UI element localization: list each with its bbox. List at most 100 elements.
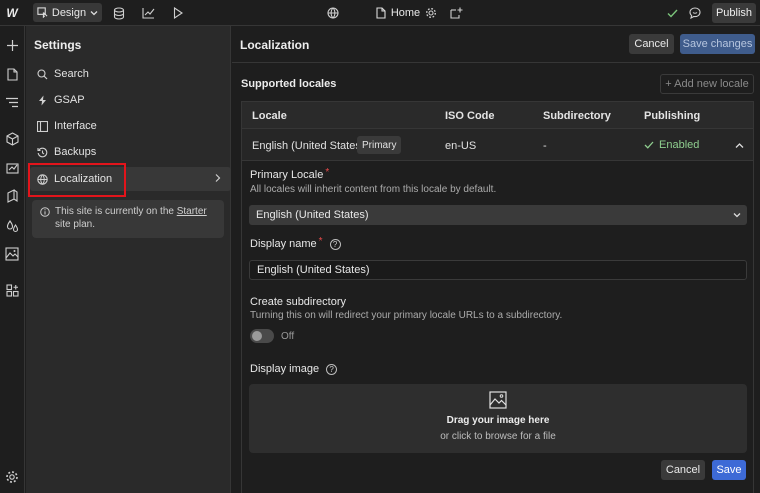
table-header: Locale ISO Code Subdirectory Publishing	[242, 102, 753, 129]
settings-item-localization[interactable]: Localization	[30, 167, 231, 191]
settings-title: Settings	[34, 38, 82, 52]
display-name-text: Display name	[250, 238, 317, 250]
toggle-knob	[252, 331, 262, 341]
section-title: Supported locales	[241, 78, 337, 90]
primary-locale-select[interactable]: English (United States)	[249, 205, 747, 225]
search-icon	[37, 68, 48, 79]
design-mode-dropdown[interactable]: Design	[33, 3, 102, 22]
iso-code-cell: en-US	[445, 140, 477, 152]
help-icon[interactable]: ?	[329, 238, 341, 250]
bolt-icon	[39, 95, 46, 105]
form-save-button[interactable]: Save	[712, 460, 746, 480]
notice-suffix: site plan.	[55, 219, 96, 230]
page-icon[interactable]	[0, 64, 24, 84]
settings-panel: Settings Search GSAP Interface Backups L…	[26, 26, 231, 493]
chevron-right-icon	[215, 174, 221, 182]
settings-item-backups[interactable]: Backups	[30, 140, 231, 164]
check-icon[interactable]	[664, 0, 680, 26]
settings-icon[interactable]	[0, 467, 24, 487]
help-icon[interactable]: ?	[326, 363, 338, 375]
navigator-icon[interactable]	[0, 92, 24, 112]
column-header: Locale	[252, 110, 287, 122]
comment-icon[interactable]	[687, 0, 703, 26]
info-icon	[40, 207, 50, 217]
primary-locale-hint: All locales will inherit content from th…	[250, 184, 497, 195]
subdirectory-cell: -	[543, 140, 547, 152]
table-row[interactable]: English (United States) Primary en-US - …	[242, 129, 753, 161]
plan-notice: This site is currently on the Starter si…	[32, 200, 224, 238]
image-dropzone[interactable]: Drag your image here or click to browse …	[249, 384, 747, 453]
form-cancel-button[interactable]: Cancel	[661, 460, 705, 480]
column-header: Subdirectory	[543, 110, 611, 122]
required-marker: *	[318, 235, 323, 247]
layout-icon	[37, 120, 48, 132]
localization-panel: Localization Cancel Save changes Support…	[232, 26, 760, 493]
webflow-logo[interactable]: W	[0, 0, 24, 26]
column-header: ISO Code	[445, 110, 495, 122]
settings-item-label: Interface	[54, 120, 97, 132]
primary-locale-label: Primary Locale *	[250, 166, 330, 182]
primary-locale-text: Primary Locale	[250, 169, 324, 181]
database-icon[interactable]	[111, 0, 127, 26]
globe-icon[interactable]	[325, 0, 341, 26]
toggle-state-label: Off	[281, 331, 295, 342]
publishing-status: Enabled	[644, 139, 699, 151]
settings-item-label: GSAP	[54, 94, 85, 106]
settings-item-interface[interactable]: Interface	[30, 114, 231, 138]
styles-icon[interactable]	[0, 216, 24, 236]
cursor-icon	[37, 7, 48, 18]
left-tool-rail	[0, 26, 25, 493]
settings-item-label: Localization	[54, 173, 113, 185]
add-new-locale-button[interactable]: + Add new locale	[660, 74, 754, 94]
display-image-label: Display image ?	[250, 363, 338, 375]
publish-button[interactable]: Publish	[712, 3, 756, 23]
cancel-button[interactable]: Cancel	[629, 34, 674, 54]
create-subdirectory-label: Create subdirectory	[250, 296, 346, 308]
create-subdirectory-hint: Turning this on will redirect your prima…	[250, 310, 563, 321]
chevron-down-icon	[733, 213, 741, 218]
publishing-label: Enabled	[659, 139, 700, 151]
display-name-field[interactable]: English (United States)	[249, 260, 747, 280]
display-name-label: Display name * ?	[250, 235, 341, 250]
settings-item-search[interactable]: Search	[30, 62, 231, 86]
starter-plan-link[interactable]: Starter	[177, 206, 207, 217]
settings-item-label: Search	[54, 68, 89, 80]
current-page[interactable]: Home	[372, 0, 424, 26]
settings-item-label: Backups	[54, 146, 97, 158]
globe-icon	[37, 173, 48, 185]
locale-cell: English (United States)	[252, 140, 365, 152]
chart-icon[interactable]	[140, 0, 156, 26]
assets-icon[interactable]	[0, 186, 24, 206]
chevron-down-icon	[90, 10, 98, 15]
top-bar: W Design Home Publish	[0, 0, 760, 26]
cube-icon[interactable]	[0, 129, 24, 149]
column-header: Publishing	[644, 110, 701, 122]
subdirectory-toggle[interactable]	[250, 329, 274, 343]
plus-icon[interactable]	[0, 35, 24, 55]
page-icon	[376, 7, 386, 19]
image-icon[interactable]	[0, 244, 24, 264]
page-title: Localization	[240, 38, 310, 52]
dropzone-subtitle: or click to browse for a file	[440, 431, 556, 442]
cms-icon[interactable]	[0, 158, 24, 178]
primary-locale-value: English (United States)	[256, 209, 369, 221]
design-mode-label: Design	[51, 6, 87, 19]
apps-icon[interactable]	[0, 280, 24, 300]
check-icon	[644, 141, 654, 149]
main-header: Localization Cancel Save changes	[232, 26, 760, 63]
required-marker: *	[325, 166, 330, 178]
image-upload-icon	[489, 391, 507, 409]
save-changes-button[interactable]: Save changes	[680, 34, 755, 54]
add-page-icon[interactable]	[448, 0, 464, 26]
chevron-up-icon[interactable]	[735, 142, 744, 149]
dropzone-title: Drag your image here	[446, 415, 550, 426]
play-icon[interactable]	[170, 0, 186, 26]
notice-text: This site is currently on the	[55, 206, 177, 217]
locales-table: Locale ISO Code Subdirectory Publishing …	[241, 101, 754, 493]
page-settings-gear-icon[interactable]	[423, 0, 439, 26]
page-name: Home	[390, 7, 421, 19]
display-image-text: Display image	[250, 363, 320, 375]
history-icon	[37, 147, 48, 157]
settings-item-gsap[interactable]: GSAP	[30, 88, 231, 112]
primary-badge: Primary	[357, 136, 402, 154]
